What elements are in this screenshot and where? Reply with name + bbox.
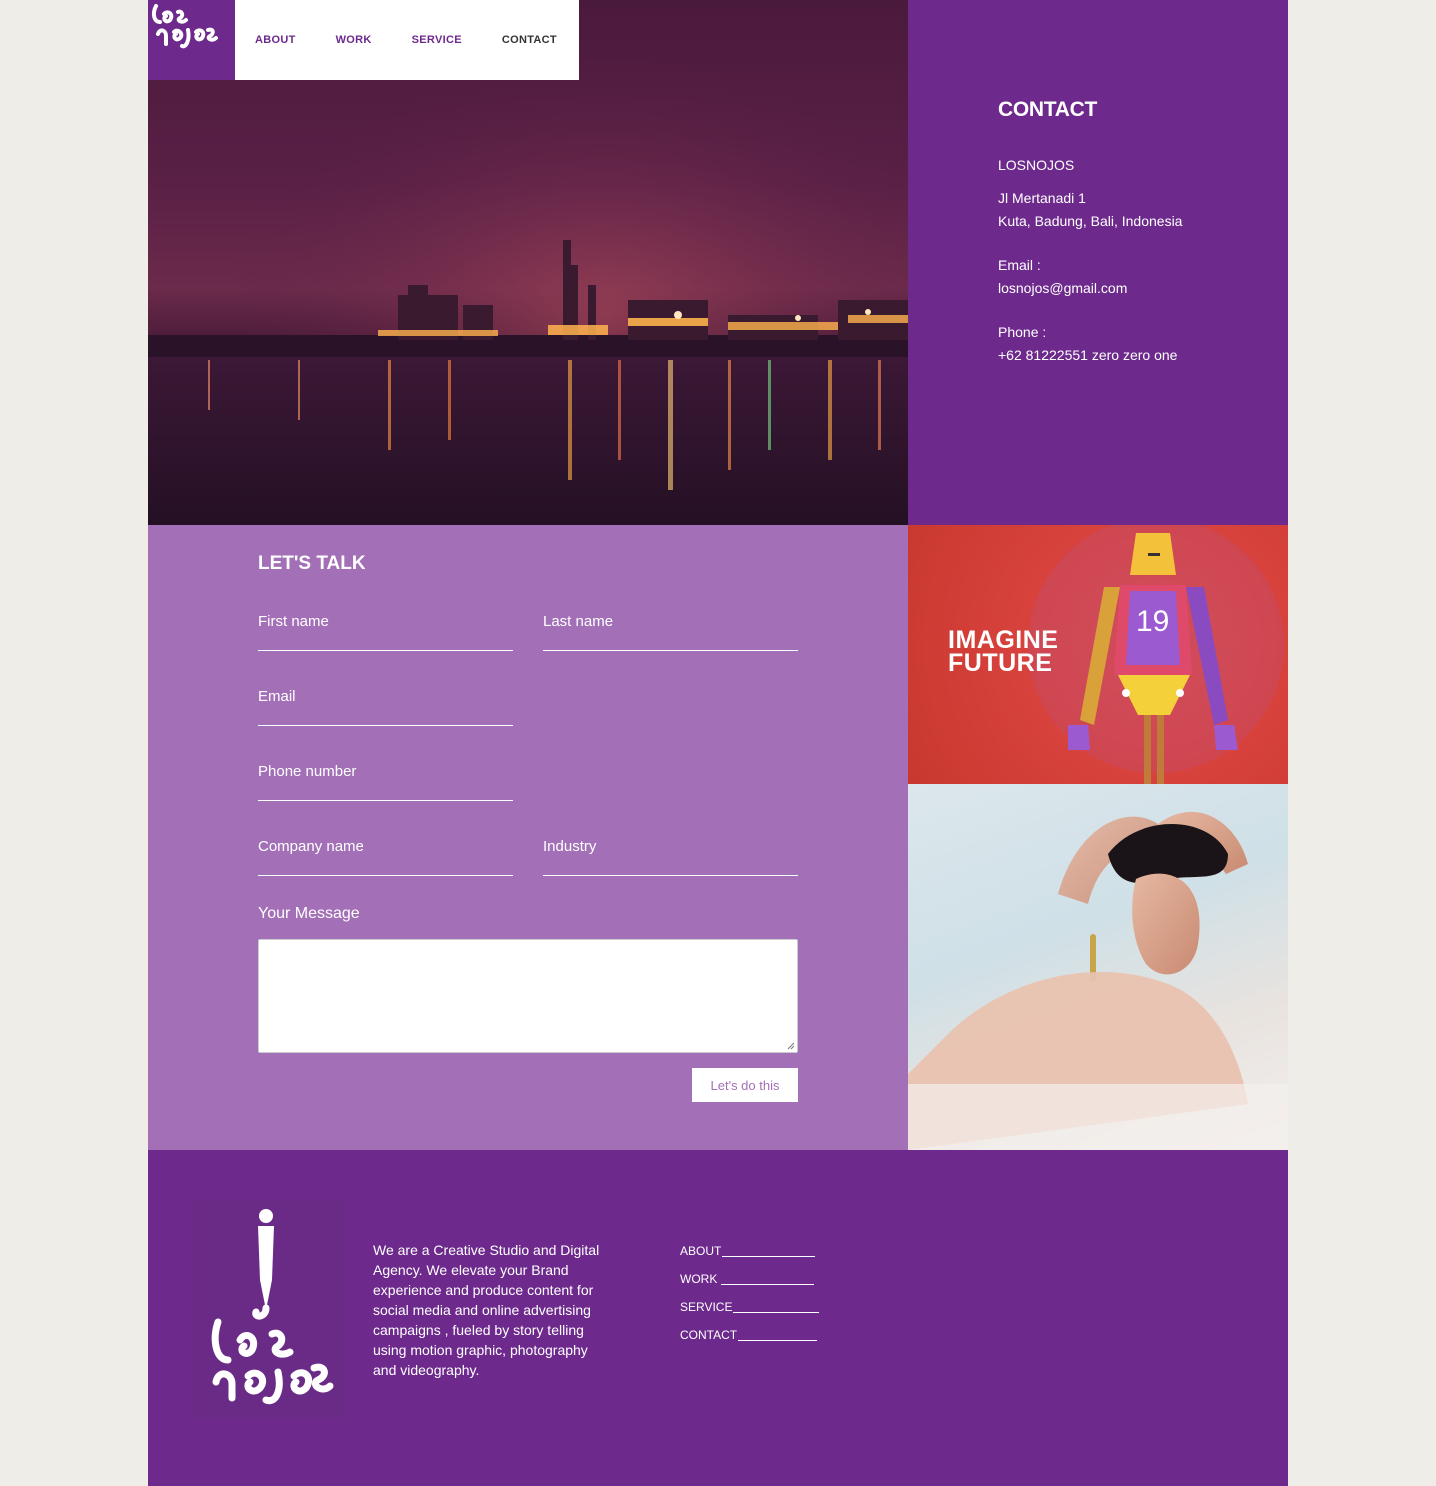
last-name-field[interactable]: Last name: [543, 613, 798, 651]
address-line-1: Jl Mertanadi 1: [998, 190, 1086, 206]
phone-label: Phone :: [998, 324, 1047, 340]
contact-title: CONTACT: [998, 98, 1097, 121]
email-label: Email :: [998, 257, 1041, 273]
los-nojos-feather-logo-icon: [211, 1209, 334, 1405]
resize-handle-icon[interactable]: [787, 1042, 795, 1050]
portrait-photo-image[interactable]: [908, 784, 1288, 1150]
footer-link-rule: [733, 1300, 820, 1313]
footer-link-about-label: ABOUT: [680, 1244, 722, 1258]
nav-service[interactable]: SERVICE: [412, 34, 462, 46]
brand-logo[interactable]: [148, 0, 235, 80]
nav-work[interactable]: WORK: [336, 34, 372, 46]
submit-button[interactable]: Let's do this: [692, 1068, 798, 1102]
los-nojos-logo-icon: [151, 4, 218, 49]
imagine-future-poster-image[interactable]: IMAGINE FUTURE 19: [908, 525, 1288, 784]
poster-headline: IMAGINE FUTURE: [948, 628, 1058, 677]
footer-about-text: We are a Creative Studio and Digital Age…: [373, 1242, 600, 1378]
message-label: Your Message: [258, 905, 360, 922]
phone-number: +62 81222551 zero zero one: [998, 347, 1178, 363]
footer-logo[interactable]: [194, 1200, 344, 1418]
footer-link-service-label: SERVICE: [680, 1300, 733, 1314]
industry-field[interactable]: Industry: [543, 838, 798, 876]
poster-number: 19: [1136, 605, 1170, 638]
footer-link-rule: [738, 1328, 818, 1341]
nav-about[interactable]: ABOUT: [255, 34, 296, 46]
page: ABOUT WORK SERVICE CONTACT CONTACT LOSNO…: [148, 0, 1288, 1486]
email-link[interactable]: losnojos@gmail.com: [998, 277, 1127, 300]
phone-field[interactable]: Phone number: [258, 763, 513, 801]
hero-cityscape-image: ABOUT WORK SERVICE CONTACT: [148, 0, 908, 525]
nav-contact[interactable]: CONTACT: [502, 34, 557, 46]
company-name: LOSNOJOS: [998, 157, 1075, 173]
contact-panel: CONTACT LOSNOJOS Jl Mertanadi 1 Kuta, Ba…: [908, 0, 1288, 525]
footer-link-service[interactable]: SERVICE: [680, 1300, 820, 1328]
contact-form: LET'S TALK First name Last name Email Ph…: [148, 525, 908, 1150]
footer-link-about[interactable]: ABOUT: [680, 1244, 819, 1272]
form-title: LET'S TALK: [258, 553, 366, 574]
message-textarea[interactable]: [258, 939, 798, 1053]
footer-link-work-label: WORK: [680, 1272, 718, 1286]
footer-link-rule: [722, 1244, 816, 1257]
address-line-2: Kuta, Badung, Bali, Indonesia: [998, 213, 1183, 229]
first-name-field[interactable]: First name: [258, 613, 513, 651]
company-field[interactable]: Company name: [258, 838, 513, 876]
footer-link-contact-label: CONTACT: [680, 1328, 738, 1342]
site-footer: We are a Creative Studio and Digital Age…: [148, 1150, 1288, 1486]
footer-link-rule: [721, 1272, 815, 1285]
top-navigation: ABOUT WORK SERVICE CONTACT: [148, 0, 579, 80]
footer-links: ABOUT WORK SERVICE CONTACT: [680, 1244, 820, 1356]
email-field[interactable]: Email: [258, 688, 513, 726]
nav-links: ABOUT WORK SERVICE CONTACT: [235, 0, 557, 80]
footer-link-contact[interactable]: CONTACT: [680, 1328, 819, 1356]
footer-link-work[interactable]: WORK: [680, 1272, 819, 1300]
poster-headline-line-2: FUTURE: [948, 649, 1053, 677]
